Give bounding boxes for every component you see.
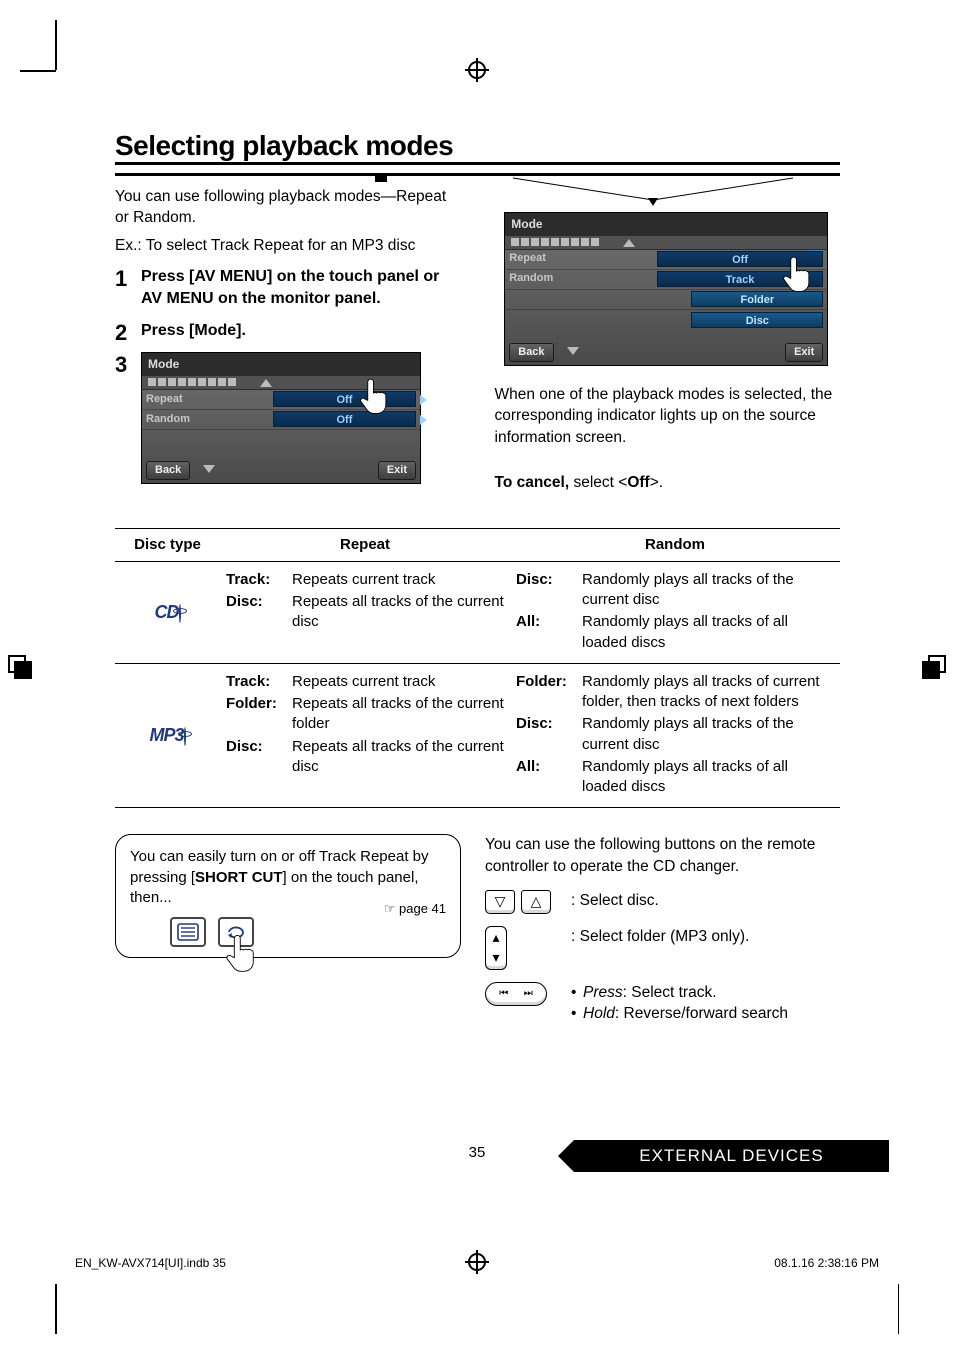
step-2-text: Press [Mode]. [141, 322, 246, 339]
remote-controller-info: You can use the following buttons on the… [485, 834, 840, 1025]
ss2-title: Mode [505, 213, 827, 236]
folder-select-key: ▴▾ [485, 926, 555, 970]
th-disc-type: Disc type [115, 528, 220, 561]
ss1-repeat-value[interactable]: Off [273, 391, 416, 407]
ss1-repeat-label: Repeat [146, 392, 273, 407]
disc-type-cd: CD [115, 561, 220, 663]
ss1-random-label: Random [146, 412, 273, 427]
ss2-random-value-folder[interactable]: Folder [691, 291, 823, 307]
right-column: Mode × Repeat Off Random Track Folder [493, 186, 841, 494]
ss2-back-button[interactable]: Back [509, 343, 553, 362]
trim-mark [55, 1284, 57, 1334]
result-text: When one of the playback modes is select… [493, 384, 841, 448]
print-meta-line: EN_KW-AVX714[UI].indb 35 08.1.16 2:38:16… [75, 1256, 879, 1270]
ss2-repeat-value[interactable]: Off [657, 251, 823, 267]
ss1-exit-button[interactable]: Exit [378, 461, 416, 480]
registration-mark-top [465, 58, 489, 82]
step-number-1: 1 [115, 264, 127, 294]
example-text: Ex.: To select Track Repeat for an MP3 d… [115, 235, 463, 256]
section-tab: EXTERNAL DEVICES [574, 1140, 889, 1172]
step-number-3: 3 [115, 350, 127, 380]
folder-select-desc: : Select folder (MP3 only). [571, 926, 840, 948]
shortcut-tip-box: You can easily turn on or off Track Repe… [115, 834, 461, 958]
key-triangle-up[interactable]: △ [521, 890, 551, 914]
step-number-2: 2 [115, 318, 127, 348]
ss1-random-value[interactable]: Off [273, 411, 416, 427]
left-column: You can use following playback modes—Rep… [115, 186, 463, 494]
side-mark-left [8, 650, 30, 678]
disc-type-mp3: MP3 [115, 663, 220, 808]
trim-mark [898, 1284, 900, 1334]
th-repeat: Repeat [220, 528, 510, 561]
print-timestamp: 08.1.16 2:38:16 PM [774, 1256, 879, 1270]
title-rule-notch [375, 173, 387, 182]
remote-intro: You can use the following buttons on the… [485, 834, 840, 877]
page-title: Selecting playback modes [115, 130, 840, 165]
side-mark-right [924, 650, 946, 678]
key-updown-rocker[interactable]: ▴▾ [485, 926, 507, 970]
mp3-random-cell: Folder:Randomly plays all tracks of curr… [510, 663, 840, 808]
trim-mark [55, 20, 57, 70]
mp3-repeat-cell: Track:Repeats current track Folder:Repea… [220, 663, 510, 808]
cd-repeat-cell: Track:Repeats current track Disc:Repeats… [220, 561, 510, 663]
context-arrow [493, 176, 813, 210]
cd-random-cell: Disc:Randomly plays all tracks of the cu… [510, 561, 840, 663]
cancel-text: To cancel, select <Off>. [493, 472, 841, 493]
th-random: Random [510, 528, 840, 561]
mode-menu-screenshot-2: Mode × Repeat Off Random Track Folder [504, 212, 828, 366]
ss1-back-button[interactable]: Back [146, 461, 190, 480]
key-skip-wide[interactable]: ⏮ ⏭ [485, 982, 547, 1006]
step-1-text: Press [AV MENU] on the touch panel or AV… [141, 268, 439, 307]
ss2-random-label: Random [509, 271, 657, 286]
mode-menu-screenshot-1: Mode Repeat Off Random Off Back Exit [141, 352, 421, 484]
ss2-random-value-disc[interactable]: Disc [691, 312, 823, 328]
intro-text: You can use following playback modes—Rep… [115, 186, 463, 229]
ss2-exit-button[interactable]: Exit [785, 343, 823, 362]
list-icon[interactable] [170, 917, 206, 947]
disc-select-keys: ▽ △ [485, 890, 555, 914]
ss1-title: Mode [142, 353, 420, 376]
page-reference: ☞ page 41 [384, 900, 446, 918]
ss2-random-value-track[interactable]: Track [657, 271, 823, 287]
repeat-icon[interactable] [218, 917, 254, 947]
tip-text: You can easily turn on or off Track Repe… [130, 848, 429, 906]
disc-select-desc: : Select disc. [571, 890, 840, 912]
track-select-key: ⏮ ⏭ [485, 982, 555, 1006]
print-file-name: EN_KW-AVX714[UI].indb 35 [75, 1256, 226, 1270]
playback-modes-table: Disc type Repeat Random CD Track:Repeats… [115, 528, 840, 809]
ss2-repeat-label: Repeat [509, 251, 657, 266]
trim-mark [20, 70, 56, 72]
track-select-desc: Press: Select track. Hold: Reverse/forwa… [571, 982, 840, 1025]
key-triangle-down[interactable]: ▽ [485, 890, 515, 914]
